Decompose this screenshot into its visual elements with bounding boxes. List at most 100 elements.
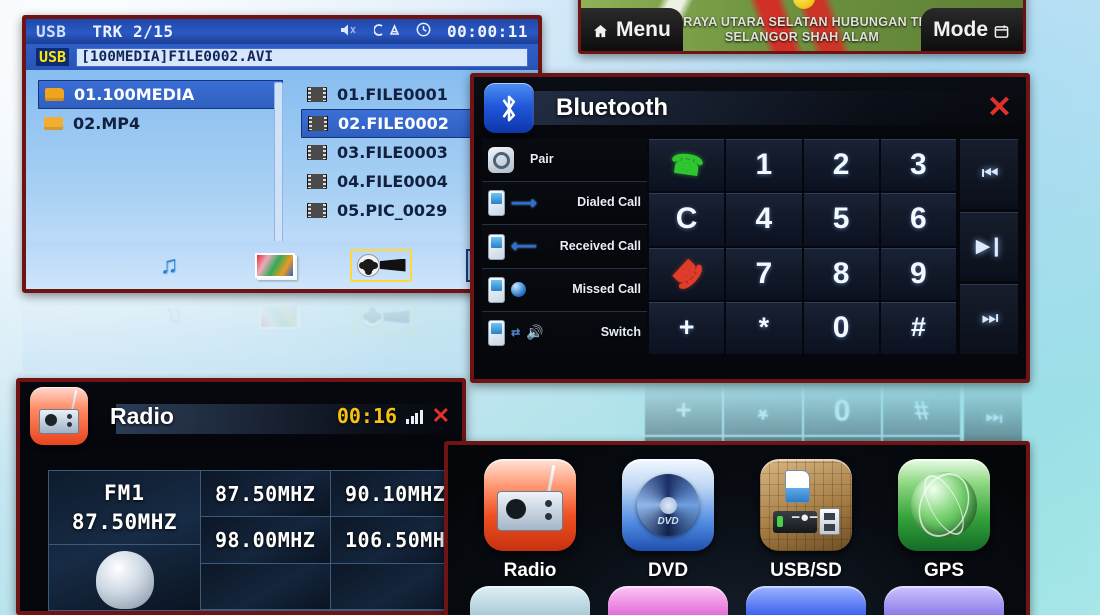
list-item[interactable]: 01.100MEDIA <box>38 80 283 109</box>
video-filter-icon[interactable] <box>350 248 412 282</box>
bluetooth-missed-call-item[interactable]: Missed Call <box>482 267 647 311</box>
list-item[interactable]: 02.MP4 <box>38 109 283 138</box>
menu-item-usb-sd[interactable]: −●− USB/SD <box>746 459 866 582</box>
clock-display: 00:16 <box>336 404 398 428</box>
close-icon[interactable]: ✕ <box>432 405 450 427</box>
music-filter-icon[interactable]: ♫ <box>138 249 200 282</box>
navigation-toolbar: Menu LEBUHRAYA UTARA SELATAN HUBUNGAN TE… <box>581 8 1023 51</box>
keypad-star[interactable]: * <box>726 301 802 354</box>
bluetooth-panel: Bluetooth ✕ Pair ⟶ Dialed Call ⟵ Receive… <box>470 73 1030 383</box>
radio-preset-4[interactable]: 106.50MHZ <box>331 517 461 564</box>
keypad-3[interactable]: 3 <box>880 139 956 192</box>
bluetooth-item-label: Received Call <box>559 238 641 253</box>
signal-bars-icon <box>406 408 423 424</box>
call-end-button[interactable]: ☎ <box>649 247 725 300</box>
radio-preset-1[interactable]: 87.50MHZ <box>201 471 331 518</box>
keypad-6[interactable]: 6 <box>880 193 956 246</box>
radio-tuner-grid: FM1 87.50MHZ 87.50MHZ 90.10MHZ 98.00MHZ … <box>48 470 462 611</box>
call-end-icon: ☎ <box>664 251 710 297</box>
gps-navigation-strip: Menu LEBUHRAYA UTARA SELATAN HUBUNGAN TE… <box>578 0 1026 54</box>
menu-item-row2-2[interactable] <box>608 586 728 615</box>
phone-icon <box>488 276 505 303</box>
main-menu-second-row <box>448 586 1026 615</box>
call-answer-button[interactable]: ☎ <box>649 139 725 192</box>
nav-menu-button[interactable]: Menu <box>581 8 683 51</box>
usb-path-bar: USB [100MEDIA]FILE0002.AVI <box>26 44 538 70</box>
usb-lists: 01.100MEDIA 02.MP4 01.FILE0001 02.FILE00… <box>38 80 526 248</box>
menu-item-row2-3[interactable] <box>746 586 866 615</box>
menu-item-radio[interactable]: Radio <box>470 459 590 582</box>
usb-panel-reflection: ♫ KE <box>22 293 542 371</box>
bluetooth-panel-reflection: + * 0 # ⏭ <box>470 383 1030 445</box>
keypad-8[interactable]: 8 <box>803 247 879 300</box>
menu-item-row2-1[interactable] <box>470 586 590 615</box>
usb-track-label: TRK 2/15 <box>92 22 174 41</box>
keypad-5[interactable]: 5 <box>803 193 879 246</box>
keypad-0-reflection: 0 <box>803 383 881 436</box>
nav-road-line-1: LEBUHRAYA UTARA SELATAN HUBUNGAN TENGAH <box>683 15 921 30</box>
bluetooth-keypad: ☎ 1 2 3 C 4 5 6 ☎ 7 8 9 + * 0 # <box>647 139 958 354</box>
usb-current-file: [100MEDIA]FILE0002.AVI <box>76 47 528 67</box>
bluetooth-pair-item[interactable]: Pair <box>482 139 647 182</box>
menu-item-label: DVD <box>647 560 689 581</box>
file-label: 03.FILE0003 <box>337 143 448 162</box>
bluetooth-body: Pair ⟶ Dialed Call ⟵ Received Call Misse… <box>474 139 1026 355</box>
bluetooth-dialed-call-item[interactable]: ⟶ Dialed Call <box>482 181 647 225</box>
call-answer-icon: ☎ <box>667 147 706 182</box>
photo-filter-icon-reflection <box>248 301 310 334</box>
menu-item-dvd[interactable]: DVD DVD <box>608 459 728 582</box>
bluetooth-media-controls: ⏮ ▶❙ ⏭ <box>958 139 1020 355</box>
radio-preset-2[interactable]: 90.10MHZ <box>331 471 461 518</box>
previous-track-icon[interactable]: ⏮ <box>960 139 1018 209</box>
keypad-plus[interactable]: + <box>649 301 725 354</box>
file-label: 01.FILE0001 <box>337 85 448 104</box>
sphere-icon <box>511 282 526 298</box>
bluetooth-switch-item[interactable]: ⇄ 🔊 Switch <box>482 310 647 355</box>
repeat-ca-icon <box>373 22 400 41</box>
phone-icon <box>488 319 505 346</box>
keypad-1[interactable]: 1 <box>726 139 802 192</box>
radio-current-frequency: 87.50MHZ <box>71 510 178 534</box>
usb-scrollbar[interactable] <box>274 82 283 242</box>
keypad-4[interactable]: 4 <box>726 193 802 246</box>
speaker-icon: 🔊 <box>526 324 544 341</box>
play-pause-icon[interactable]: ▶❙ <box>960 211 1018 282</box>
folder-label: 01.100MEDIA <box>74 85 195 104</box>
next-track-icon[interactable]: ⏭ <box>960 284 1018 355</box>
phone-icon <box>488 190 505 217</box>
bluetooth-header: Bluetooth ✕ <box>474 77 1026 139</box>
menu-item-row2-4[interactable] <box>884 586 1004 615</box>
keypad-hash-reflection: # <box>882 383 960 436</box>
bluetooth-received-call-item[interactable]: ⟵ Received Call <box>482 224 647 268</box>
film-icon <box>307 203 327 218</box>
next-track-icon-reflection: ⏭ <box>964 383 1022 445</box>
menu-item-label: Radio <box>503 560 557 581</box>
folder-open-icon <box>45 88 64 101</box>
radio-preset-3[interactable]: 98.00MHZ <box>201 517 331 564</box>
photo-filter-icon[interactable] <box>244 249 306 282</box>
keypad-clear[interactable]: C <box>649 193 725 246</box>
video-filter-icon-reflection <box>354 300 416 334</box>
bluetooth-item-label: Pair <box>530 152 554 167</box>
radio-preset-6[interactable] <box>331 563 461 610</box>
bluetooth-function-list: Pair ⟶ Dialed Call ⟵ Received Call Misse… <box>482 139 647 355</box>
usb-sd-app-icon: −●− <box>760 459 852 551</box>
keypad-2[interactable]: 2 <box>803 139 879 192</box>
usb-media-browser-panel: USB TRK 2/15 00:00:11 USB [100MEDIA]FILE… <box>22 15 542 293</box>
keypad-hash[interactable]: # <box>880 301 956 354</box>
nav-mode-button[interactable]: Mode <box>921 8 1023 51</box>
keypad-7[interactable]: 7 <box>726 247 802 300</box>
file-label: 04.FILE0004 <box>337 172 448 191</box>
keypad-9[interactable]: 9 <box>880 247 956 300</box>
radio-preset-5[interactable] <box>201 563 331 610</box>
usb-source-label: USB <box>36 22 67 41</box>
usb-filter-toolbar: ♫ KE <box>26 241 538 289</box>
close-icon[interactable]: ✕ <box>987 93 1012 123</box>
radio-status-group: 00:16 ✕ <box>337 404 450 428</box>
nav-road-name: LEBUHRAYA UTARA SELATAN HUBUNGAN TENGAH … <box>683 8 921 51</box>
radio-current-station: FM1 87.50MHZ <box>48 470 200 611</box>
menu-item-gps[interactable]: GPS <box>884 459 1004 582</box>
nav-menu-label: Menu <box>616 17 671 41</box>
keypad-0[interactable]: 0 <box>803 301 879 354</box>
home-icon <box>593 21 610 38</box>
